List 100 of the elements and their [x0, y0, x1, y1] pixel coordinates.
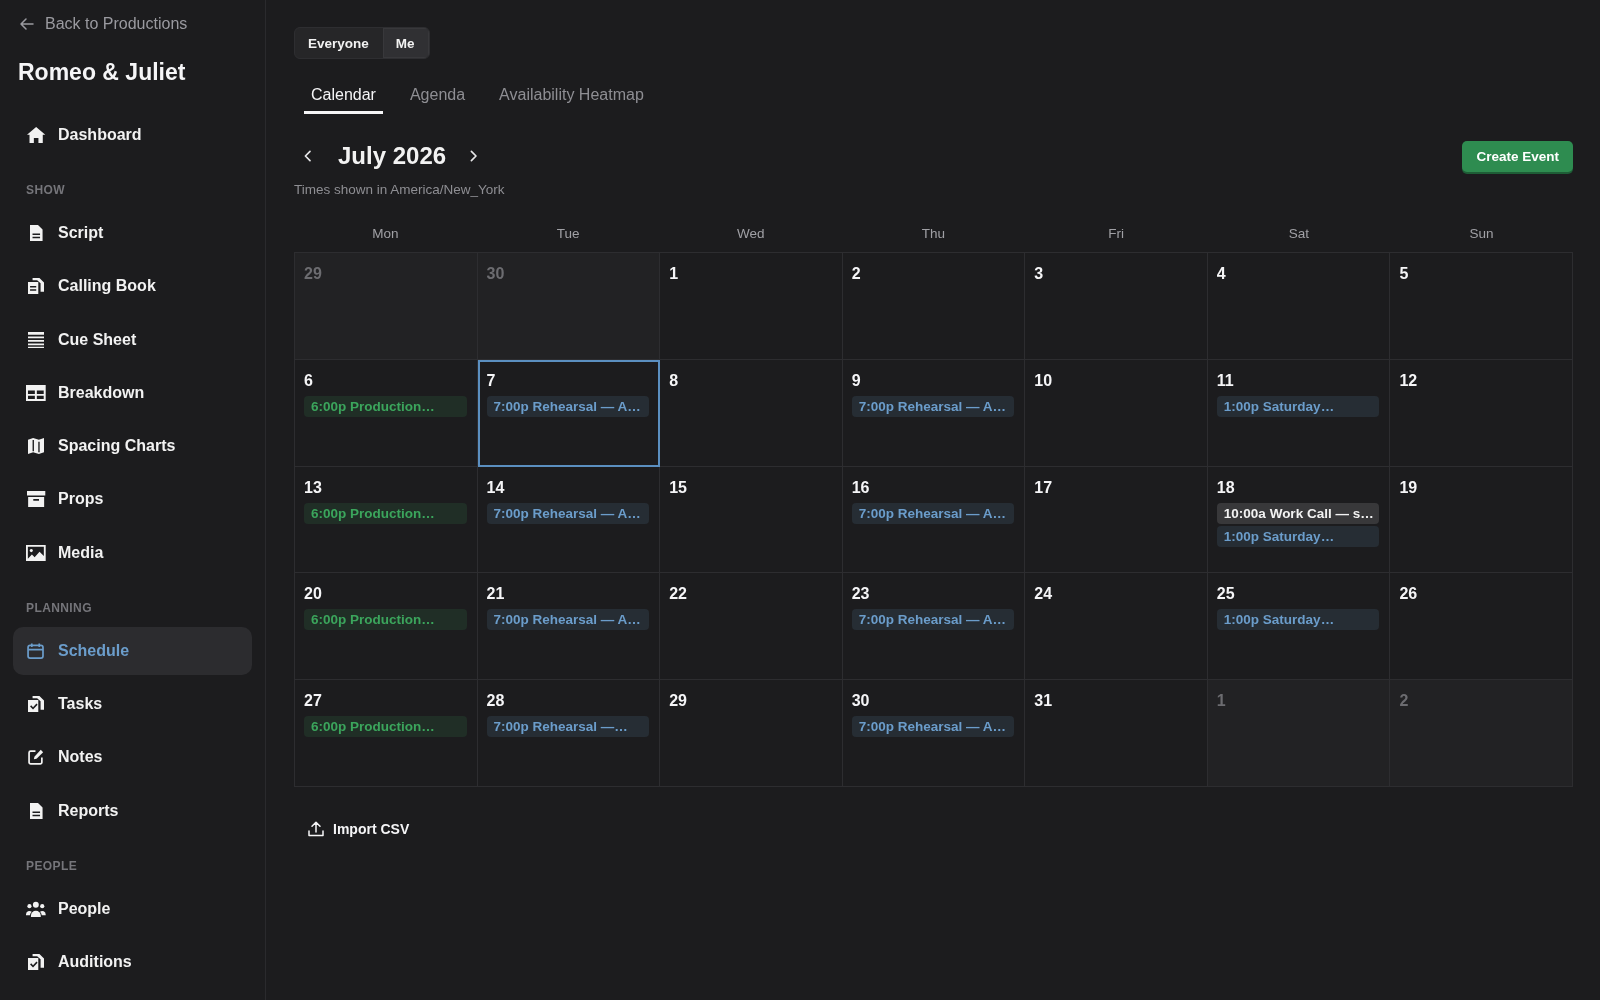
calendar-day[interactable]: 1 — [660, 253, 843, 360]
event-chip[interactable]: 7:00p Rehearsal — A… — [851, 716, 1015, 738]
nav-link[interactable]: Spacing Charts — [13, 422, 252, 471]
timezone-note: Times shown in America/New_York — [294, 182, 505, 198]
calendar-day[interactable]: 5 — [1390, 253, 1573, 360]
toggle-option[interactable]: Everyone — [295, 28, 383, 58]
tab[interactable]: Calendar — [304, 85, 383, 114]
event-chip[interactable]: 7:00p Rehearsal — A… — [486, 609, 650, 631]
calendar-day[interactable]: 17 — [1025, 466, 1208, 574]
nav-link[interactable]: Reports — [13, 786, 252, 835]
nav-link[interactable]: People — [13, 884, 252, 933]
weekday-label: Wed — [737, 226, 765, 242]
day-number: 7 — [486, 370, 496, 391]
day-number: 2 — [851, 264, 861, 284]
day-number: 28 — [486, 691, 505, 712]
calendar-day[interactable]: 19 — [1390, 466, 1573, 574]
calendar-day[interactable]: 18 10:00a Work Call — s… 1:00p Saturday… — [1207, 466, 1391, 574]
toggle-option[interactable]: Me — [382, 28, 429, 58]
create-event-button[interactable]: Create Event — [1462, 140, 1573, 172]
nav-link[interactable]: Calling Book — [13, 262, 252, 311]
calendar-day[interactable]: 31 — [1025, 680, 1208, 787]
calendar-day[interactable]: 3 — [1025, 253, 1208, 360]
calendar-day[interactable]: 23 7:00p Rehearsal — A… — [842, 573, 1026, 681]
nav-link[interactable]: Breakdown — [13, 368, 252, 417]
event-chip[interactable]: 6:00p Production… — [304, 716, 467, 738]
event-chip[interactable]: 7:00p Rehearsal — A… — [851, 502, 1015, 524]
calendar-day[interactable]: 26 — [1390, 573, 1573, 681]
event-chip[interactable]: 7:00p Rehearsal — A… — [851, 395, 1015, 417]
document-icon — [29, 225, 43, 241]
weekday-label: Fri — [1108, 226, 1125, 242]
weekday-label: Tue — [556, 226, 580, 242]
day-number: 3 — [1034, 264, 1044, 284]
event-chip[interactable]: 1:00p Saturday… — [1216, 609, 1380, 631]
nav-link[interactable]: Schedule — [13, 626, 252, 675]
calendar-day[interactable]: 24 — [1025, 573, 1208, 681]
calendar-day[interactable]: 16 7:00p Rehearsal — A… — [842, 466, 1026, 574]
calendar-day[interactable]: 2 — [842, 253, 1026, 360]
calendar-day[interactable]: 25 1:00p Saturday… — [1207, 573, 1391, 681]
day-number: 29 — [304, 264, 322, 284]
weekday-label: Mon — [372, 226, 399, 242]
calendar-day[interactable]: 20 6:00p Production… — [295, 573, 478, 681]
tab[interactable]: Agenda — [402, 85, 473, 114]
calendar-day[interactable]: 29 — [660, 680, 843, 787]
calendar-day[interactable]: 14 7:00p Rehearsal — A… — [477, 466, 661, 574]
day-number: 15 — [669, 477, 687, 498]
calendar-day[interactable]: 4 — [1207, 253, 1391, 360]
back-link[interactable]: Back to Productions — [20, 14, 188, 34]
calendar-day[interactable]: 27 6:00p Production… — [295, 680, 478, 787]
calendar-day[interactable]: 30 7:00p Rehearsal — A… — [842, 680, 1026, 787]
calendar-day[interactable]: 21 7:00p Rehearsal — A… — [477, 573, 661, 681]
calendar-day[interactable]: 9 7:00p Rehearsal — A… — [842, 359, 1026, 467]
lines-icon — [28, 331, 44, 348]
calendar-day[interactable]: 8 — [660, 359, 843, 467]
nav-link[interactable]: Script — [13, 209, 252, 257]
calendar-day[interactable]: 6 6:00p Production… — [295, 359, 478, 467]
event-chip[interactable]: 1:00p Saturday… — [1216, 395, 1380, 417]
calendar-day[interactable]: 12 — [1390, 359, 1573, 467]
nav-link[interactable]: Tasks — [13, 680, 252, 729]
event-chip[interactable]: 1:00p Saturday… — [1216, 525, 1380, 547]
nav-link[interactable]: Notes — [13, 733, 252, 782]
nav-link[interactable]: Media — [13, 528, 252, 577]
day-number: 9 — [851, 370, 861, 391]
day-number: 10 — [1034, 370, 1053, 391]
day-number: 30 — [486, 264, 505, 284]
map-icon — [28, 438, 44, 455]
event-chip[interactable]: 7:00p Rehearsal — A… — [851, 609, 1015, 631]
calendar-day[interactable]: 22 — [660, 573, 843, 681]
day-number: 23 — [851, 584, 870, 605]
weekday-label: Thu — [921, 226, 946, 242]
tab[interactable]: Availability Heatmap — [492, 85, 651, 114]
nav-link[interactable]: Auditions — [13, 937, 252, 986]
calendar-day[interactable]: 13 6:00p Production… — [295, 466, 478, 574]
event-chip[interactable]: 7:00p Rehearsal — A… — [486, 395, 650, 417]
people-icon — [26, 900, 46, 917]
event-chip[interactable]: 6:00p Production… — [304, 609, 467, 631]
nav-link[interactable]: Cue Sheet — [13, 315, 252, 364]
weekday-label: Sat — [1288, 226, 1310, 242]
day-number: 17 — [1034, 477, 1053, 498]
chevron-left-icon — [304, 150, 312, 162]
event-chip[interactable]: 7:00p Rehearsal — A… — [486, 502, 650, 524]
upload-icon — [308, 821, 324, 837]
section-heading: PEOPLE — [26, 857, 78, 874]
nav-link[interactable]: Props — [13, 475, 252, 524]
calendar-day[interactable]: 15 — [660, 466, 843, 574]
calendar-day[interactable]: 7 7:00p Rehearsal — A… — [477, 359, 661, 467]
stacked-pages-icon — [28, 278, 44, 295]
import-csv-button[interactable]: Import CSV — [302, 815, 416, 843]
day-number: 16 — [851, 477, 870, 498]
event-chip[interactable]: 6:00p Production… — [304, 502, 467, 524]
calendar-day[interactable]: 11 1:00p Saturday… — [1207, 359, 1391, 467]
box-icon — [26, 491, 46, 508]
event-chip[interactable]: 10:00a Work Call — s… — [1216, 502, 1380, 524]
event-chip[interactable]: 6:00p Production… — [304, 395, 467, 417]
nav-link[interactable]: Dashboard — [13, 111, 252, 159]
event-chip[interactable]: 7:00p Rehearsal —… — [486, 716, 650, 738]
calendar-day[interactable]: 10 — [1025, 359, 1208, 467]
day-number: 5 — [1399, 264, 1409, 284]
calendar-day[interactable]: 28 7:00p Rehearsal —… — [477, 680, 661, 787]
weekday-label: Sun — [1469, 226, 1494, 242]
day-number: 20 — [304, 584, 322, 605]
